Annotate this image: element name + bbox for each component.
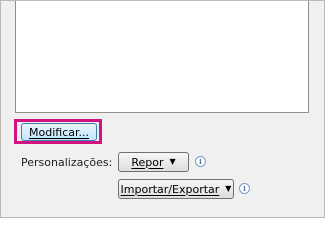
- modify-button-label: Modificar...: [29, 125, 89, 139]
- modify-button[interactable]: Modificar...: [21, 123, 97, 141]
- info-icon[interactable]: i: [195, 156, 206, 167]
- customizations-label: Personalizações:: [21, 156, 113, 169]
- info-icon[interactable]: i: [239, 183, 250, 194]
- caret-down-icon: ▼: [169, 157, 176, 166]
- commands-list-box[interactable]: [15, 1, 309, 113]
- reset-button-label: Repor: [131, 155, 164, 169]
- import-export-button-label: Importar/Exportar: [120, 182, 220, 196]
- customize-panel: Modificar... Personalizações: Repor ▼ i …: [0, 0, 325, 218]
- reset-dropdown-button[interactable]: Repor ▼: [118, 152, 189, 172]
- import-export-dropdown-button[interactable]: Importar/Exportar ▼: [118, 179, 234, 199]
- caret-down-icon: ▼: [225, 184, 232, 193]
